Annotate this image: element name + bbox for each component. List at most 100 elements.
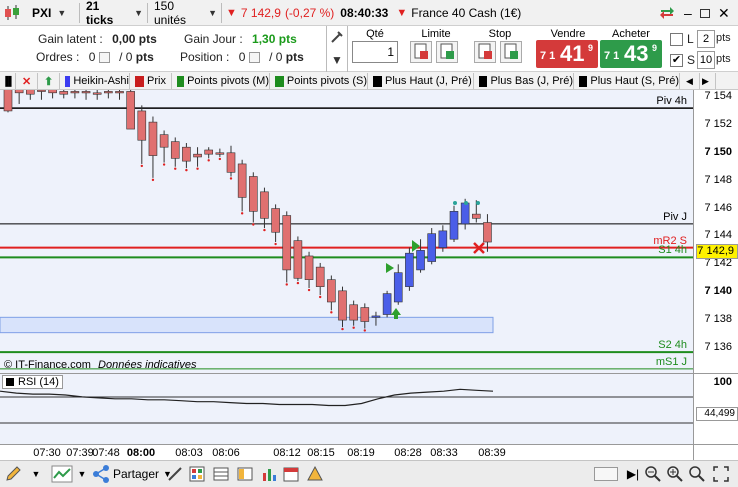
candle-body bbox=[59, 91, 69, 95]
limit-sell-icon bbox=[414, 43, 428, 59]
tab-prix[interactable]: Prix bbox=[132, 73, 172, 89]
price-tick-label: 7 140 bbox=[704, 285, 732, 298]
candle-body bbox=[338, 290, 347, 321]
maximize-button[interactable] bbox=[700, 3, 716, 23]
candle-body bbox=[126, 91, 135, 130]
candle-body bbox=[249, 176, 258, 212]
tab-pivots-monthly[interactable]: Points pivots (M) bbox=[174, 73, 270, 89]
limit-points-input[interactable]: 2 bbox=[697, 30, 715, 48]
tab-label: Points pivots (S) bbox=[286, 75, 367, 87]
candle-body bbox=[137, 110, 147, 141]
limit-buy-button[interactable] bbox=[436, 41, 458, 63]
candle-body bbox=[70, 91, 80, 94]
limit-label: Limite bbox=[421, 28, 451, 40]
order-settings-button[interactable]: ▼ bbox=[326, 26, 348, 72]
stop-sell-button[interactable] bbox=[474, 41, 496, 63]
candle-body bbox=[304, 255, 314, 280]
market-selector[interactable]: PXI ▼ bbox=[28, 3, 80, 23]
scroll-end-icon[interactable]: ▶| bbox=[624, 465, 642, 483]
remove-indicator-button[interactable]: ✕ bbox=[18, 73, 38, 89]
candle-body bbox=[427, 233, 437, 262]
minimize-button[interactable]: – bbox=[684, 3, 700, 23]
layout-icon[interactable] bbox=[236, 465, 254, 483]
stop-checkbox[interactable]: ✔ bbox=[670, 54, 683, 67]
bars-icon[interactable] bbox=[260, 465, 278, 483]
day-gain-value: 1,30 pts bbox=[252, 32, 297, 46]
candle-body bbox=[393, 272, 403, 303]
tab-pivots-weekly[interactable]: Points pivots (S) bbox=[272, 73, 368, 89]
level-label: S2 4h bbox=[658, 339, 687, 352]
time-tick-label: 08:39 bbox=[478, 447, 506, 459]
limit-sell-button[interactable] bbox=[410, 41, 432, 63]
candle-body bbox=[382, 293, 392, 315]
stop-check-label: S bbox=[687, 53, 696, 67]
tab-high-week[interactable]: Plus Haut (S, Pré) bbox=[576, 73, 680, 89]
tab-scroll-right[interactable]: ▶ bbox=[702, 73, 716, 89]
calendar-icon[interactable] bbox=[282, 465, 300, 483]
price-chart[interactable]: © IT-Finance.com Données indicatives Piv… bbox=[0, 90, 693, 373]
rsi-panel[interactable]: RSI (14) bbox=[0, 373, 693, 444]
zoom-in-icon[interactable] bbox=[666, 465, 684, 483]
tab-scroll-icon[interactable]: ▐▌ bbox=[2, 73, 16, 89]
period-selector[interactable]: 21 ticks ▼ bbox=[82, 0, 148, 27]
tab-scroll-left[interactable]: ◀ bbox=[686, 73, 700, 89]
position-count: 0 bbox=[238, 50, 246, 64]
units-selector[interactable]: 150 unités ▼ bbox=[150, 0, 222, 27]
low-marker bbox=[307, 288, 311, 292]
time-tick-label: 07:39 bbox=[66, 447, 94, 459]
stop-points-input[interactable]: 10 bbox=[697, 51, 715, 69]
target-zone bbox=[0, 316, 494, 334]
low-marker bbox=[341, 327, 344, 331]
stop-buy-icon bbox=[504, 43, 518, 59]
chevron-down-icon[interactable]: ▼ bbox=[76, 465, 88, 483]
time-tick-label: 08:06 bbox=[212, 447, 240, 459]
chevron-down-icon[interactable]: ▼ bbox=[30, 465, 42, 483]
rsi-label: RSI (14) bbox=[18, 376, 59, 388]
units-value: 150 unités bbox=[154, 0, 187, 27]
quantity-input[interactable]: 1 bbox=[352, 41, 398, 63]
tab-high-day[interactable]: Plus Haut (J, Pré) bbox=[370, 73, 474, 89]
indicator-icon[interactable] bbox=[50, 465, 74, 483]
close-button[interactable]: ✕ bbox=[718, 3, 734, 23]
rsi-legend[interactable]: RSI (14) bbox=[2, 375, 63, 389]
table-icon[interactable] bbox=[212, 465, 230, 483]
low-marker bbox=[252, 223, 255, 226]
price-axis[interactable]: 7 154 7 152 7 150 7 148 7 146 7 144 7 142 7 140… bbox=[693, 90, 738, 373]
limit-checkbox[interactable] bbox=[670, 33, 683, 46]
share-button[interactable]: Partager ▼ bbox=[92, 464, 172, 484]
zoom-out-icon[interactable] bbox=[644, 465, 662, 483]
pencil-icon[interactable] bbox=[4, 465, 22, 483]
position-detail-icon[interactable] bbox=[248, 52, 260, 63]
alert-icon[interactable] bbox=[306, 465, 324, 483]
orders-detail-icon[interactable] bbox=[98, 52, 110, 63]
buy-price-prefix: 7 1 bbox=[604, 50, 620, 62]
fullscreen-icon[interactable] bbox=[712, 465, 730, 483]
low-marker bbox=[185, 168, 188, 172]
sell-label: Vendre bbox=[550, 28, 586, 40]
latent-gain-label: Gain latent : bbox=[38, 32, 103, 46]
tab-low-day[interactable]: Plus Bas (J, Pré) bbox=[476, 73, 574, 89]
drawing-tool-icon[interactable] bbox=[166, 465, 184, 483]
chart-footer: © IT-Finance.com Données indicatives bbox=[4, 359, 196, 371]
price-tick-label: 7 154 bbox=[704, 90, 732, 102]
chart-type-button[interactable] bbox=[2, 3, 26, 23]
swatch-icon bbox=[6, 378, 14, 386]
stop-sell-icon bbox=[478, 43, 492, 59]
rsi-canvas bbox=[0, 388, 693, 424]
sell-button[interactable]: 7 1 41 9 bbox=[536, 40, 598, 68]
buy-button[interactable]: 7 1 43 9 bbox=[600, 40, 662, 68]
price-tick-label: 7 142 bbox=[704, 257, 732, 270]
top-toolbar: PXI ▼ 21 ticks ▼ 150 unités ▼ ▼ 7 142,9 … bbox=[0, 0, 738, 27]
candle-body bbox=[327, 279, 336, 303]
time-tick-label: 08:12 bbox=[273, 447, 301, 459]
scroll-thumb[interactable] bbox=[594, 467, 618, 481]
market-code: PXI bbox=[32, 6, 52, 20]
grid-icon[interactable] bbox=[188, 465, 206, 483]
swap-icon[interactable] bbox=[658, 3, 678, 23]
zoom-fit-icon[interactable] bbox=[688, 465, 706, 483]
stop-buy-button[interactable] bbox=[500, 41, 522, 63]
tab-heikin-ashi[interactable]: Heikin-Ashi bbox=[62, 73, 130, 89]
add-indicator-button[interactable]: ⬆ bbox=[40, 73, 60, 89]
period-value: 21 ticks bbox=[86, 0, 114, 27]
candle-body bbox=[260, 191, 269, 219]
